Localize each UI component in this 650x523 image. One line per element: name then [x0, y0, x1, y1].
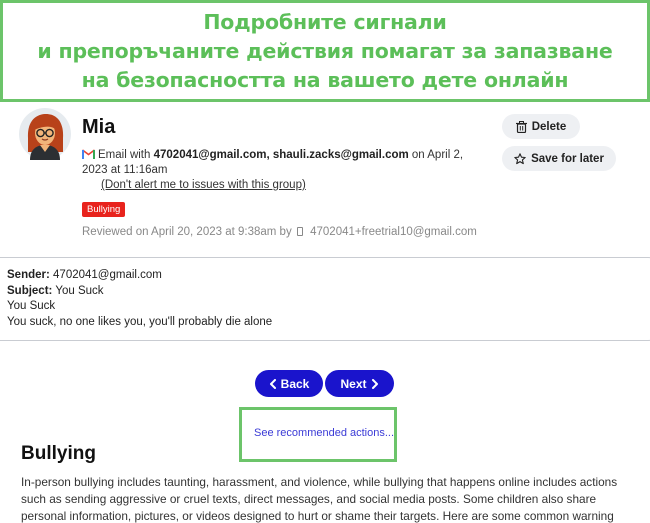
back-button[interactable]: Back [256, 371, 322, 396]
email-prefix: Email with [98, 149, 154, 161]
banner-line-1: Подробните сигнали [203, 9, 447, 34]
subject-value: You Suck [52, 284, 104, 297]
next-label: Next [340, 376, 367, 391]
promo-banner: Подробните сигнали и препоръчаните дейст… [0, 0, 650, 102]
email-description: Email with 4702041@gmail.com, shauli.zac… [82, 148, 482, 178]
section-title: Bullying [21, 443, 96, 464]
message-body-line-2: You suck, no one likes you, you'll proba… [7, 315, 273, 328]
email-addresses: 4702041@gmail.com, shauli.zacks@gmail.co… [153, 149, 409, 161]
save-label: Save for later [531, 152, 604, 165]
sender-label: Sender: [7, 269, 50, 281]
chevron-left-icon [269, 378, 276, 389]
gmail-icon [82, 149, 95, 159]
trash-icon [515, 120, 527, 133]
reviewed-text: Reviewed on April 20, 2023 at 9:38am by [82, 226, 292, 238]
next-button[interactable]: Next [326, 371, 393, 396]
dont-alert-link[interactable]: (Don't alert me to issues with this grou… [101, 179, 306, 191]
subject-row: Subject: You Suck [7, 284, 650, 300]
subject-label: Subject: [7, 284, 53, 297]
child-name: Mia [82, 116, 116, 138]
back-label: Back [280, 376, 310, 391]
recommended-actions-link[interactable]: See recommended actions... [254, 427, 394, 439]
chevron-right-icon [371, 378, 378, 389]
sender-value: 4702041@gmail.com [49, 269, 162, 281]
save-for-later-button[interactable]: Save for later [502, 146, 616, 171]
reviewed-info: Reviewed on April 20, 2023 at 9:38am by … [82, 226, 477, 238]
reviewer-email: 4702041+freetrial10@gmail.com [310, 226, 477, 238]
avatar [19, 108, 71, 160]
banner-line-3: на безопасността на вашето дете онлайн [81, 67, 569, 92]
banner-line-2: и препоръчаните действия помагат за запа… [37, 38, 613, 63]
category-badge: Bullying [82, 202, 126, 217]
message-preview: Sender: 4702041@gmail.com Subject: You S… [0, 257, 650, 341]
star-icon [514, 152, 526, 164]
phone-icon [296, 227, 303, 236]
sender-row: Sender: 4702041@gmail.com [7, 268, 650, 284]
section-description: In-person bullying includes taunting, ha… [21, 475, 618, 523]
message-body-line-1: You Suck [7, 300, 56, 312]
delete-label: Delete [531, 120, 567, 133]
delete-button[interactable]: Delete [502, 114, 580, 139]
